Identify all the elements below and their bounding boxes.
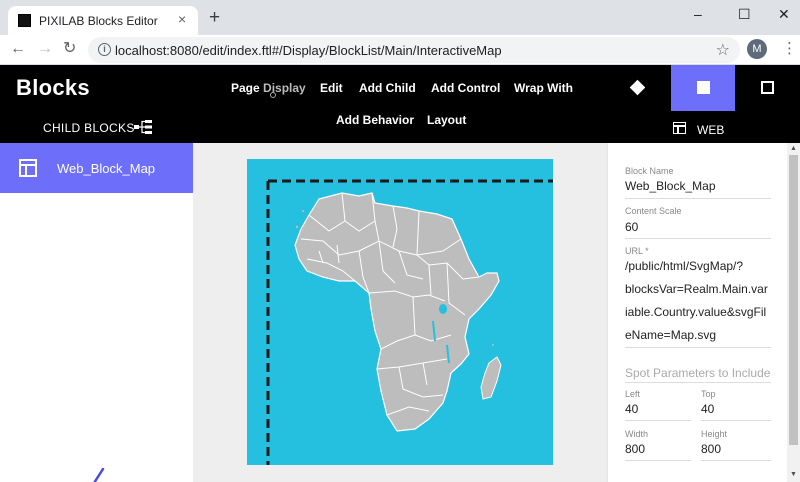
favicon-icon [18,14,31,27]
block-name-field[interactable]: Web_Block_Map [625,179,716,193]
field-underline [625,347,771,348]
block-name-label: Block Name [625,166,674,176]
top-label: Top [701,389,716,399]
url-line: blocksVar=Realm.Main.var [625,282,768,296]
width-label: Width [625,429,649,439]
url-text[interactable]: localhost:8080/edit/index.ftl#/Display/B… [115,43,502,58]
app-header: Blocks Page Display Edit Add Child Add C… [0,65,800,143]
scroll-down-arrow-icon[interactable]: ▼ [790,471,797,478]
browser-tab[interactable]: PIXILAB Blocks Editor × [8,6,198,35]
close-window-button[interactable]: ✕ [778,6,790,23]
browser-tab-strip: PIXILAB Blocks Editor × + – ☐ ✕ [0,0,800,35]
field-underline [625,238,771,239]
blocks-logo: Blocks [16,75,90,100]
height-label: Height [701,429,728,439]
properties-panel: Block Name Web_Block_Map Content Scale 6… [607,143,787,482]
square-layout-button[interactable] [671,65,735,111]
menu-page-label: Page [231,81,260,95]
spot-parameters-field[interactable]: Spot Parameters to Include [625,366,770,380]
field-underline [701,420,771,421]
filled-square-icon [697,81,710,94]
content-scale-field[interactable]: 60 [625,220,638,234]
diamond-icon[interactable] [629,79,646,96]
cursor-stroke-icon [93,468,105,482]
field-underline [625,198,771,199]
editor-canvas[interactable] [193,143,607,482]
tab-close-icon[interactable]: × [178,12,186,26]
scroll-up-arrow-icon[interactable]: ▲ [790,145,797,152]
forward-arrow-icon[interactable]: → [37,40,53,58]
child-blocks-label: CHILD BLOCKS [43,121,135,135]
tab-title: PIXILAB Blocks Editor [39,14,158,28]
reload-icon[interactable]: ↻ [63,40,76,58]
web-block-map-frame[interactable] [247,159,553,465]
bookmark-star-icon[interactable]: ☆ [716,40,730,60]
block-tree-panel: Web_Block_Map [0,143,193,482]
menu-indicator-dot [270,92,276,98]
lake-victoria-shape [439,304,447,314]
tree-item-web-block-map[interactable]: Web_Block_Map [0,143,193,193]
menu-add-child[interactable]: Add Child [359,81,416,95]
field-underline [625,460,691,461]
url-line: iable.Country.value&svgFil [625,305,767,319]
menu-wrap-with[interactable]: Wrap With [514,81,573,95]
field-underline [625,420,691,421]
new-tab-button[interactable]: + [209,8,220,27]
menu-page[interactable]: Page Display [231,81,306,95]
tree-structure-icon[interactable] [134,120,152,134]
menu-add-control[interactable]: Add Control [431,81,500,95]
left-field[interactable]: 40 [625,402,638,416]
web-block-icon [19,159,37,177]
properties-scrollbar[interactable]: ▲ ▼ [787,143,800,482]
menu-edit[interactable]: Edit [320,81,343,95]
content-scale-label: Content Scale [625,206,682,216]
top-field[interactable]: 40 [701,402,714,416]
madagascar-shape [480,356,502,400]
menu-layout[interactable]: Layout [427,113,466,127]
tree-item-label: Web_Block_Map [57,161,156,176]
menu-add-behavior[interactable]: Add Behavior [336,113,414,127]
africa-map-image [266,179,553,465]
web-block-icon [673,122,686,134]
width-field[interactable]: 800 [625,442,645,456]
field-underline [625,382,771,383]
profile-avatar[interactable]: M [747,39,767,59]
url-line: eName=Map.svg [625,328,717,342]
field-underline [701,460,771,461]
island-shape [302,210,304,212]
island-shape [492,344,494,346]
info-icon[interactable]: i [98,43,111,56]
browser-menu-icon[interactable]: ⋮ [782,40,797,58]
outline-square-icon[interactable] [761,81,774,94]
height-field[interactable]: 800 [701,442,721,456]
url-line: /public/html/SvgMap/? [625,259,744,273]
browser-toolbar: ← → ↻ i localhost:8080/edit/index.ftl#/D… [0,35,800,65]
address-bar[interactable]: i localhost:8080/edit/index.ftl#/Display… [88,37,740,63]
minimize-button[interactable]: – [694,6,702,22]
back-arrow-icon[interactable]: ← [10,40,26,58]
left-label: Left [625,389,641,399]
url-label: URL * [625,246,649,256]
scrollbar-thumb[interactable] [789,155,798,445]
web-type-label: WEB [697,123,725,137]
maximize-button[interactable]: ☐ [738,6,751,23]
island-shape [295,225,299,229]
